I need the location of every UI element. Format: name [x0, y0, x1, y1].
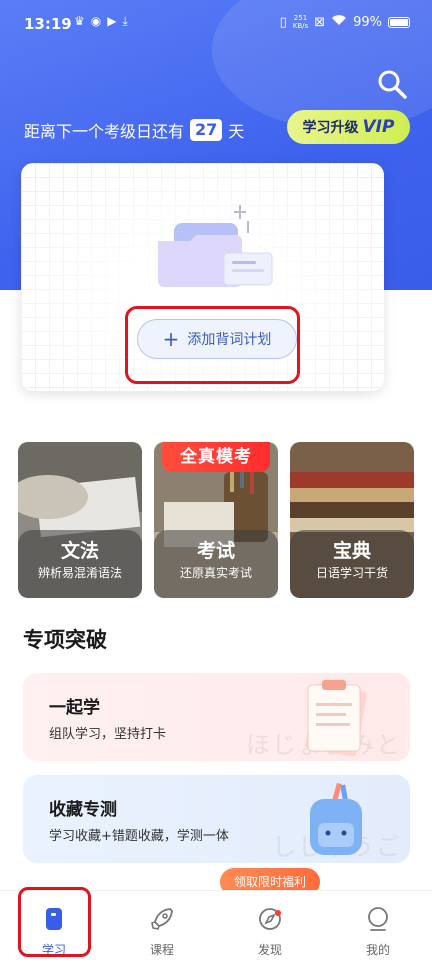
clipboard-icon — [305, 680, 367, 757]
vip-badge: VIP — [362, 117, 395, 137]
compass-icon — [259, 908, 281, 930]
nav-courses-label: 课程 — [149, 943, 174, 957]
exam-title: 考试 — [196, 540, 235, 562]
exam-ribbon: 全真模考 — [162, 442, 270, 472]
category-grammar[interactable]: 文法 辨析易混淆语法 — [18, 442, 142, 598]
profile-icon — [368, 907, 388, 931]
handbook-subtitle: 日语学习干货 — [315, 566, 388, 580]
highlight-add-plan — [125, 306, 300, 384]
grammar-caption: 文法 辨析易混淆语法 — [18, 530, 142, 598]
vip-upgrade-button[interactable]: 学习升级 VIP — [287, 110, 410, 144]
folder-illustration-icon — [158, 205, 273, 287]
feature-favorites-test[interactable]: 收藏专测 学习收藏+错题收藏，学测一体 しじゅうご — [23, 775, 410, 863]
speed-unit: KB/s — [292, 22, 309, 30]
crown-icon: ♛ — [74, 14, 85, 28]
search-icon[interactable] — [376, 68, 408, 100]
handbook-title: 宝典 — [332, 540, 371, 562]
grammar-subtitle: 辨析易混淆语法 — [37, 566, 122, 580]
favorites-test-subtitle: 学习收藏+错题收藏，学测一体 — [49, 829, 229, 844]
download-icon: ⤓ — [122, 14, 128, 28]
nav-profile-label: 我的 — [365, 943, 390, 957]
status-right: ▯ 251 KB/s ⊠ 99% — [280, 14, 410, 30]
handbook-caption: 宝典 日语学习干货 — [290, 530, 414, 598]
sim-icon: ⊠ — [314, 14, 326, 30]
nav-courses[interactable]: 课程 — [108, 891, 216, 964]
study-together-subtitle: 组队学习，坚持打卡 — [49, 727, 167, 742]
exam-countdown: 距离下一个考级日还有 27 天 — [24, 118, 244, 142]
network-speed: 251 KB/s — [293, 14, 308, 30]
status-bar: 13:19 ♛ ◉ ▶ ⤓ ▯ 251 KB/s ⊠ 99% — [0, 0, 432, 50]
battery-level: 99% — [353, 14, 382, 30]
play-icon: ▶ — [107, 14, 117, 28]
section-title: 专项突破 — [23, 628, 107, 652]
app-icon: ◉ — [90, 14, 102, 28]
favorites-test-title: 收藏专测 — [49, 800, 117, 820]
nav-discover-label: 发现 — [257, 943, 282, 957]
status-time: 13:19 — [24, 15, 72, 33]
countdown-days: 27 — [190, 119, 223, 141]
nav-discover[interactable]: 发现 — [216, 891, 324, 964]
backpack-icon — [310, 782, 362, 855]
category-handbook[interactable]: 宝典 日语学习干货 — [290, 442, 414, 598]
exam-caption: 考试 还原真实考试 — [154, 530, 278, 598]
wifi-icon — [331, 14, 347, 30]
feature-study-together[interactable]: 一起学 组队学习，坚持打卡 ほじょよみと — [23, 673, 410, 761]
vibrate-icon: ▯ — [279, 14, 287, 30]
speed-value: 251 — [293, 14, 308, 22]
exam-subtitle: 还原真实考试 — [179, 566, 252, 580]
highlight-nav-study — [18, 887, 91, 957]
countdown-prefix: 距离下一个考级日还有 — [24, 122, 185, 141]
nav-profile[interactable]: 我的 — [324, 891, 432, 964]
grammar-title: 文法 — [60, 540, 99, 562]
battery-icon — [388, 16, 410, 28]
study-together-title: 一起学 — [49, 698, 100, 718]
notification-icons: ♛ ◉ ▶ ⤓ — [74, 14, 128, 29]
rocket-icon — [151, 908, 173, 930]
countdown-suffix: 天 — [228, 122, 245, 141]
category-exam[interactable]: 全真模考 考试 还原真实考试 — [154, 442, 278, 598]
vip-label: 学习升级 — [302, 120, 359, 136]
